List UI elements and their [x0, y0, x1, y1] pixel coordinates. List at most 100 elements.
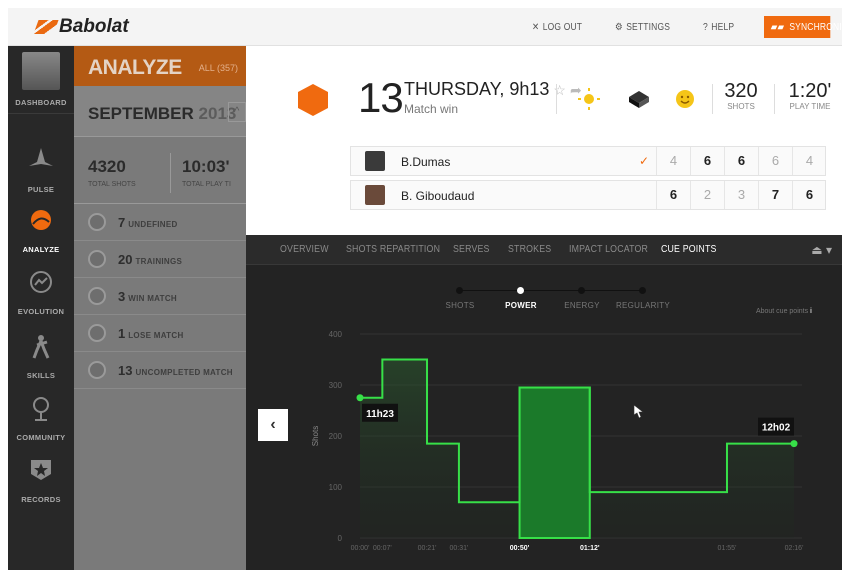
- export-icon[interactable]: ⏏ ▾: [811, 243, 832, 257]
- help-link[interactable]: ? HELP: [703, 22, 734, 33]
- month-label: SEPTEMBER 2013: [88, 104, 236, 124]
- shots-value: 320: [724, 80, 758, 102]
- nav-item-dashboard[interactable]: DASHBOARD: [8, 46, 74, 114]
- filter-label: UNDEFINED: [128, 219, 178, 229]
- tab-cue-points[interactable]: CUE POINTS: [661, 244, 717, 255]
- info-icon: i: [810, 308, 812, 315]
- end-point: [790, 440, 798, 448]
- tab-serves[interactable]: SERVES: [453, 244, 490, 255]
- analysis-tabs: OVERVIEW SHOTS REPARTITION SERVES STROKE…: [246, 235, 842, 265]
- total-shots-value: 4320: [88, 157, 126, 176]
- step-dot-active[interactable]: [517, 287, 524, 294]
- step-bar: [727, 444, 794, 538]
- y-axis-label: Shots: [311, 426, 320, 446]
- tab-shots-repartition[interactable]: SHOTS REPARTITION: [346, 244, 440, 255]
- app-window: Babolat ✕ LOG OUT ⚙ SETTINGS ? HELP ▰▰ SYNCH…: [8, 8, 842, 570]
- step-regularity[interactable]: REGULARITY: [616, 301, 670, 310]
- month-stats: 4320 TOTAL SHOTS 10:03' TOTAL PLAY TI: [74, 136, 246, 204]
- step-power[interactable]: POWER: [505, 301, 537, 310]
- player-row[interactable]: B.Dumas ✓ 4 6 6 6 4: [350, 146, 826, 176]
- filter-uncompleted-match[interactable]: 13 UNCOMPLETED MATCH: [74, 352, 246, 389]
- cursor-hand-icon: [633, 404, 644, 419]
- filter-count: 1: [118, 325, 126, 341]
- step-dot[interactable]: [456, 287, 463, 294]
- skills-icon: [32, 335, 50, 359]
- tab-impact-locator[interactable]: IMPACT LOCATOR: [569, 244, 648, 255]
- analyze-panel: ANALYZE ALL (357) SEPTEMBER 2013 ^ 4320 …: [74, 46, 246, 570]
- step-dot[interactable]: [639, 287, 646, 294]
- settings-label: SETTINGS: [625, 21, 670, 33]
- nav-item-pulse[interactable]: PULSE: [8, 140, 74, 200]
- player-name: B. Giboudaud: [401, 189, 475, 203]
- settings-link[interactable]: ⚙ SETTINGS: [615, 22, 670, 33]
- filter-win-text: 3 WIN MATCH: [118, 289, 177, 304]
- tab-overview[interactable]: OVERVIEW: [280, 244, 329, 255]
- nav-label-evolution: EVOLUTION: [17, 307, 65, 316]
- chevron-left-icon[interactable]: ‹: [258, 409, 288, 441]
- gear-icon: ⚙: [614, 21, 623, 33]
- filter-win-match[interactable]: 3 WIN MATCH: [74, 278, 246, 315]
- match-summary: 13 THURSDAY, 9h13 ☆ ➦ Match win 320 SHOTS 1…: [246, 46, 842, 235]
- match-result: Match win: [404, 102, 459, 116]
- player-row[interactable]: B. Giboudaud 6 2 3 7 6: [350, 180, 826, 210]
- nav-item-evolution[interactable]: EVOLUTION: [8, 262, 74, 322]
- tab-strokes[interactable]: STROKES: [508, 244, 551, 255]
- filter-undefined[interactable]: 7 UNDEFINED: [74, 204, 246, 241]
- x-tick-label: 00:31': [449, 545, 468, 552]
- start-point: [356, 394, 364, 402]
- logout-link[interactable]: ✕ LOG OUT: [532, 22, 582, 33]
- filter-count: 13: [118, 362, 133, 378]
- match-date-text: THURSDAY, 9h13: [404, 79, 550, 99]
- nav-item-skills[interactable]: SKILLS: [8, 326, 74, 386]
- records-icon: [31, 460, 51, 480]
- analysis-panel: 0 100 200 300 400 Shots 00:00' 00:07' 00:21' 00:3…: [246, 235, 842, 570]
- step-bar: [427, 444, 459, 538]
- lose-icon: [88, 324, 106, 342]
- nav-item-analyze[interactable]: ANALYZE: [8, 200, 74, 260]
- player-name: B.Dumas: [401, 155, 451, 169]
- playtime-value: 1:20': [788, 80, 832, 102]
- nav-label-skills: SKILLS: [26, 371, 56, 380]
- step-bar: [481, 502, 519, 538]
- winner-check-icon: ✓: [639, 154, 650, 168]
- step-bar: [590, 492, 727, 538]
- match-day: 13: [358, 74, 404, 121]
- set-score: 3: [724, 181, 758, 209]
- sun-icon: [578, 88, 600, 115]
- filter-trainings[interactable]: 20 TRAININGS: [74, 241, 246, 278]
- synchronize-button[interactable]: ▰▰ SYNCHRONIZE: [764, 16, 842, 38]
- step-shots[interactable]: SHOTS: [445, 301, 474, 310]
- chevron-up-icon[interactable]: ^: [228, 102, 246, 122]
- y-tick-label: 200: [329, 432, 343, 441]
- step-bar: [459, 502, 481, 538]
- about-cue-points-link[interactable]: About cue points i: [756, 308, 812, 315]
- total-shots-label: TOTAL SHOTS: [88, 181, 136, 188]
- step-dot[interactable]: [578, 287, 585, 294]
- month-selector[interactable]: SEPTEMBER 2013 ^: [74, 86, 246, 136]
- analyze-title: ANALYZE: [88, 56, 182, 79]
- filter-lose-match[interactable]: 1 LOSE MATCH: [74, 315, 246, 352]
- set-score: 4: [656, 147, 690, 175]
- divider: [556, 84, 557, 114]
- set-score: 4: [792, 147, 826, 175]
- nav-item-community[interactable]: COMMUNITY: [8, 388, 74, 448]
- question-icon: ?: [703, 21, 709, 33]
- uncompleted-icon: [88, 361, 106, 379]
- match-type-icon: [298, 84, 328, 116]
- nav-item-records[interactable]: RECORDS: [8, 450, 74, 510]
- divider: [774, 84, 775, 114]
- x-tick-label: 00:50': [510, 545, 530, 552]
- y-tick-label: 400: [329, 330, 343, 339]
- babolat-logo[interactable]: Babolat: [33, 16, 146, 38]
- divider: [712, 84, 713, 114]
- all-filter[interactable]: ALL (357): [199, 63, 238, 73]
- step-energy[interactable]: ENERGY: [564, 301, 600, 310]
- undefined-icon: [88, 213, 106, 231]
- filter-undefined-text: 7 UNDEFINED: [118, 215, 178, 230]
- avatar: [22, 52, 60, 90]
- x-tick-label: 00:07': [373, 545, 392, 552]
- stats-divider: [170, 153, 171, 193]
- time-label: 12h02: [762, 423, 791, 434]
- filter-label: UNCOMPLETED MATCH: [135, 367, 233, 377]
- metric-stepper: SHOTS POWER ENERGY REGULARITY: [436, 287, 670, 317]
